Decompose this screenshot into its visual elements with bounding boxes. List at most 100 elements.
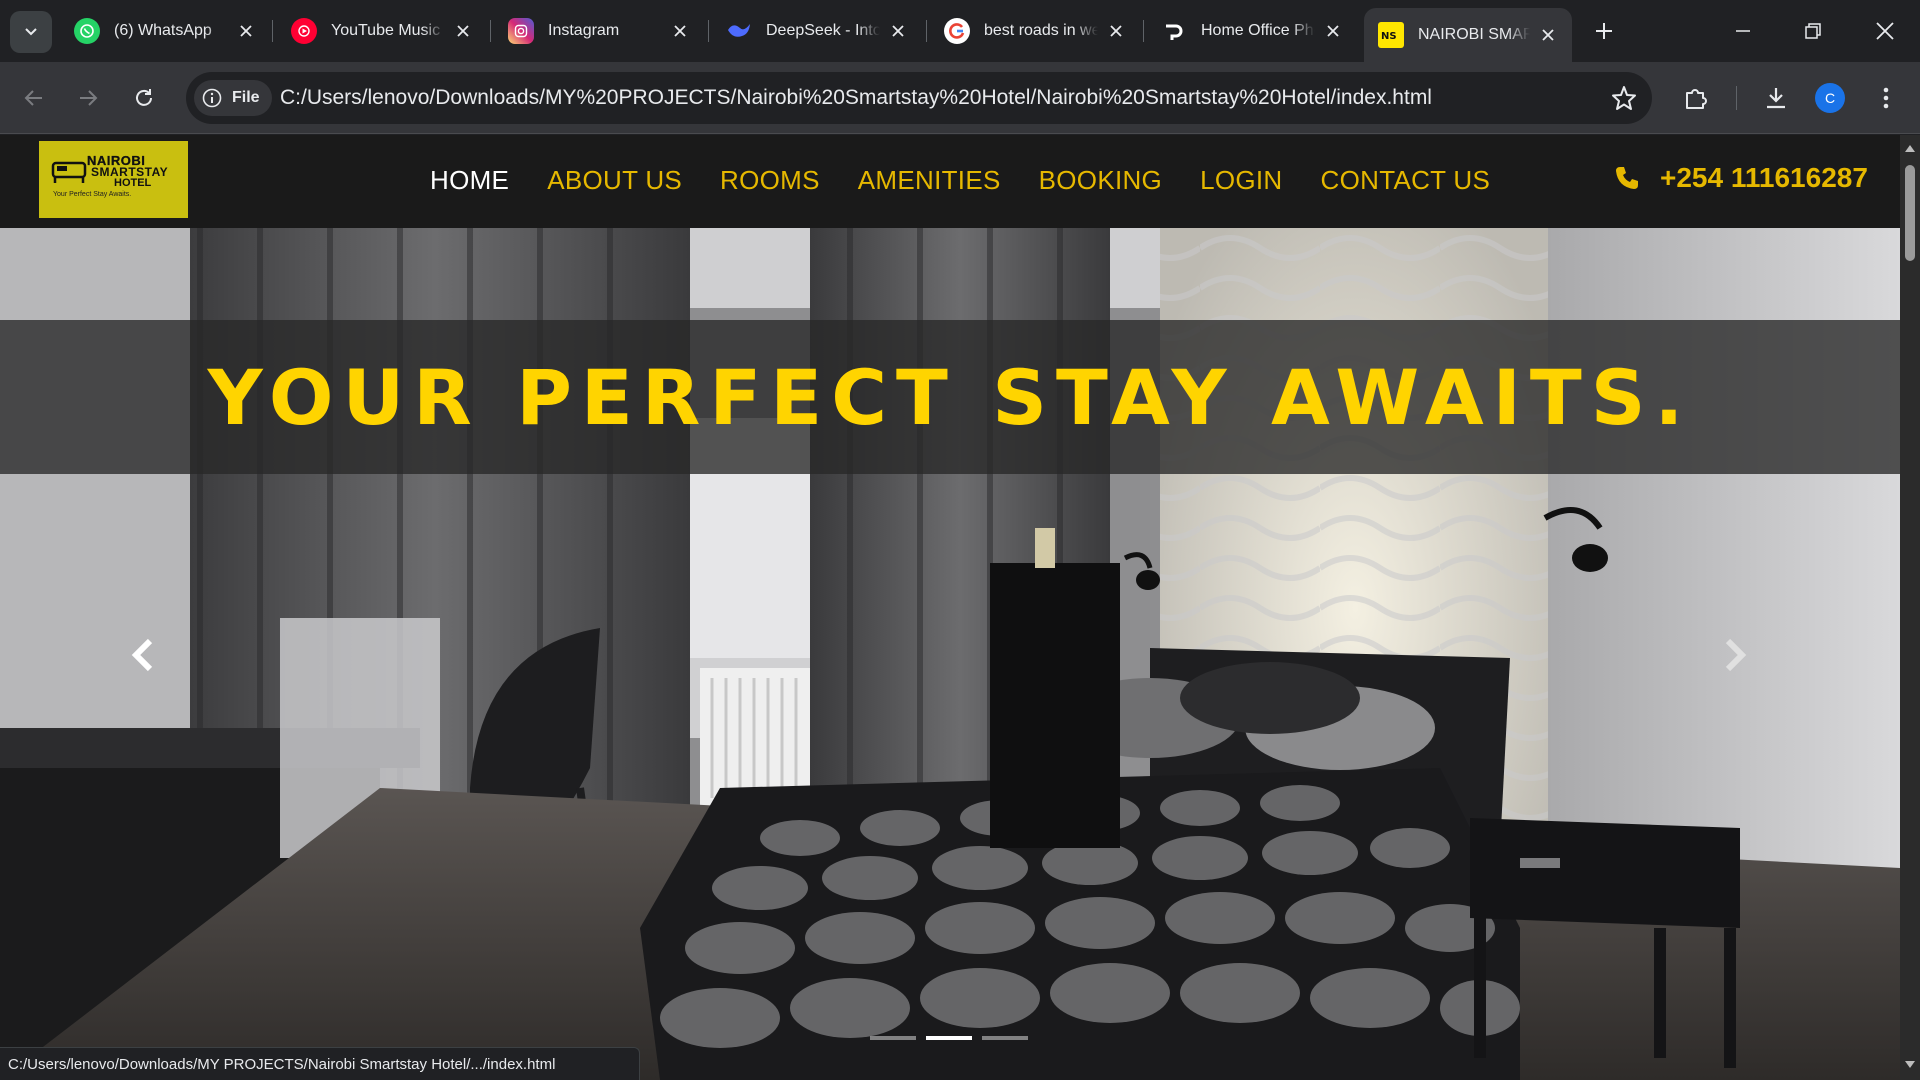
puzzle-icon (1686, 89, 1707, 109)
deepseek-icon (726, 18, 752, 44)
tab-title: NAIROBI SMARTSTAY HOTEL (1418, 26, 1530, 43)
chevron-left-icon (131, 638, 153, 672)
browser-toolbar: File C:/Users/lenovo/Downloads/MY%20PROJ… (0, 62, 1920, 134)
toolbar-divider (1736, 86, 1737, 110)
phone-contact[interactable]: +254 111616287 (1614, 162, 1868, 194)
close-tab-icon[interactable] (670, 21, 690, 41)
url-text[interactable]: C:/Users/lenovo/Downloads/MY%20PROJECTS/… (280, 86, 1432, 110)
arrow-left-icon (24, 90, 42, 106)
phone-icon (1616, 167, 1638, 189)
carousel-indicator-3[interactable] (982, 1036, 1028, 1040)
site-header: NAIROBI SMARTSTAY HOTEL Your Perfect Sta… (0, 135, 1900, 228)
profile-button[interactable]: C (1810, 78, 1850, 118)
bed-icon (51, 161, 87, 183)
page-scrollbar[interactable] (1900, 135, 1920, 1080)
hero-banner: YOUR PERFECT STAY AWAITS. (0, 320, 1900, 474)
bookmark-star-icon[interactable] (1610, 84, 1638, 112)
tab-instagram[interactable]: Instagram (494, 8, 704, 54)
tab-search-button[interactable] (10, 11, 52, 53)
tab-title: (6) WhatsApp (114, 22, 212, 39)
new-tab-button[interactable] (1588, 15, 1620, 47)
google-icon (944, 18, 970, 44)
hero-carousel: YOUR PERFECT STAY AWAITS. (0, 228, 1900, 1080)
tab-title: YouTube Music (331, 22, 441, 39)
close-tab-icon[interactable] (1323, 21, 1343, 41)
forward-button[interactable] (68, 78, 108, 118)
nav-rooms[interactable]: ROOMS (720, 165, 820, 196)
restore-icon (1805, 23, 1821, 39)
tab-title: Instagram (548, 22, 620, 39)
site-info-chip[interactable]: File (194, 80, 272, 116)
page-viewport: NAIROBI SMARTSTAY HOTEL Your Perfect Sta… (0, 135, 1900, 1080)
menu-button[interactable] (1866, 78, 1906, 118)
close-tab-icon[interactable] (888, 21, 908, 41)
logo-tagline: Your Perfect Stay Awaits. (53, 191, 132, 198)
minimize-button[interactable] (1708, 8, 1778, 54)
tab-separator (926, 20, 927, 42)
address-bar[interactable]: File C:/Users/lenovo/Downloads/MY%20PROJ… (186, 72, 1652, 124)
svg-text:NS: NS (1381, 31, 1397, 42)
download-icon (1767, 88, 1785, 109)
logo-line-3: HOTEL (114, 177, 152, 189)
restore-button[interactable] (1778, 8, 1848, 54)
scroll-up-arrow-icon[interactable] (1904, 143, 1916, 153)
close-tab-icon[interactable] (236, 21, 256, 41)
site-logo[interactable]: NAIROBI SMARTSTAY HOTEL Your Perfect Sta… (39, 141, 188, 218)
hero-headline: YOUR PERFECT STAY AWAITS. (207, 352, 1693, 442)
carousel-next-button[interactable] (1714, 628, 1758, 682)
whatsapp-icon (74, 18, 100, 44)
extensions-button[interactable] (1676, 78, 1716, 118)
plus-icon (1596, 23, 1612, 39)
close-tab-icon[interactable] (1106, 21, 1126, 41)
link-status-bubble: C:/Users/lenovo/Downloads/MY PROJECTS/Na… (0, 1047, 640, 1080)
carousel-indicator-2[interactable] (926, 1036, 972, 1040)
reload-button[interactable] (124, 78, 164, 118)
chevron-down-icon (25, 28, 37, 36)
carousel-indicator-1[interactable] (870, 1036, 916, 1040)
close-icon (1876, 22, 1894, 40)
youtube-music-icon (291, 18, 317, 44)
pexels-icon (1161, 18, 1187, 44)
downloads-button[interactable] (1756, 78, 1796, 118)
tab-separator (272, 20, 273, 42)
tab-separator (708, 20, 709, 42)
tab-whatsapp[interactable]: (6) WhatsApp (60, 8, 270, 54)
kebab-menu-icon (1883, 87, 1889, 109)
reload-icon (136, 89, 152, 106)
phone-number: +254 111616287 (1660, 162, 1868, 193)
ns-favicon-icon: NS (1378, 22, 1404, 48)
minimize-icon (1736, 30, 1750, 32)
carousel-prev-button[interactable] (120, 628, 164, 682)
scroll-thumb[interactable] (1905, 165, 1915, 261)
close-tab-icon[interactable] (1538, 25, 1558, 45)
main-nav: HOME ABOUT US ROOMS AMENITIES BOOKING LO… (430, 165, 1528, 196)
tab-deepseek[interactable]: DeepSeek - Into the Unknown (712, 8, 922, 54)
nav-amenities[interactable]: AMENITIES (858, 165, 1001, 196)
tab-nairobi-smartstay[interactable]: NS NAIROBI SMARTSTAY HOTEL (1364, 8, 1572, 62)
tab-separator (1143, 20, 1144, 42)
info-icon (202, 88, 222, 108)
nav-booking[interactable]: BOOKING (1039, 165, 1162, 196)
nav-login[interactable]: LOGIN (1200, 165, 1282, 196)
carousel-indicators (870, 1036, 1038, 1040)
tab-separator (490, 20, 491, 42)
close-tab-icon[interactable] (453, 21, 473, 41)
nav-contact-us[interactable]: CONTACT US (1321, 165, 1491, 196)
tab-strip: (6) WhatsApp YouTube Music Instagram Dee… (0, 0, 1920, 62)
site-info-label: File (232, 89, 260, 106)
tab-pexels[interactable]: Home Office Photos (1147, 8, 1357, 54)
tab-title: best roads in western kenya (984, 22, 1098, 39)
nav-home[interactable]: HOME (430, 165, 509, 196)
tab-title: DeepSeek - Into the Unknown (766, 22, 880, 39)
instagram-icon (508, 18, 534, 44)
chevron-right-icon (1725, 638, 1747, 672)
arrow-right-icon (80, 90, 98, 106)
tab-google-search[interactable]: best roads in western kenya (930, 8, 1140, 54)
back-button[interactable] (14, 78, 54, 118)
tab-title: Home Office Photos (1201, 22, 1315, 39)
scroll-down-arrow-icon[interactable] (1904, 1060, 1916, 1070)
nav-about-us[interactable]: ABOUT US (547, 165, 682, 196)
avatar: C (1815, 83, 1845, 113)
close-window-button[interactable] (1850, 8, 1920, 54)
tab-youtube-music[interactable]: YouTube Music (277, 8, 487, 54)
